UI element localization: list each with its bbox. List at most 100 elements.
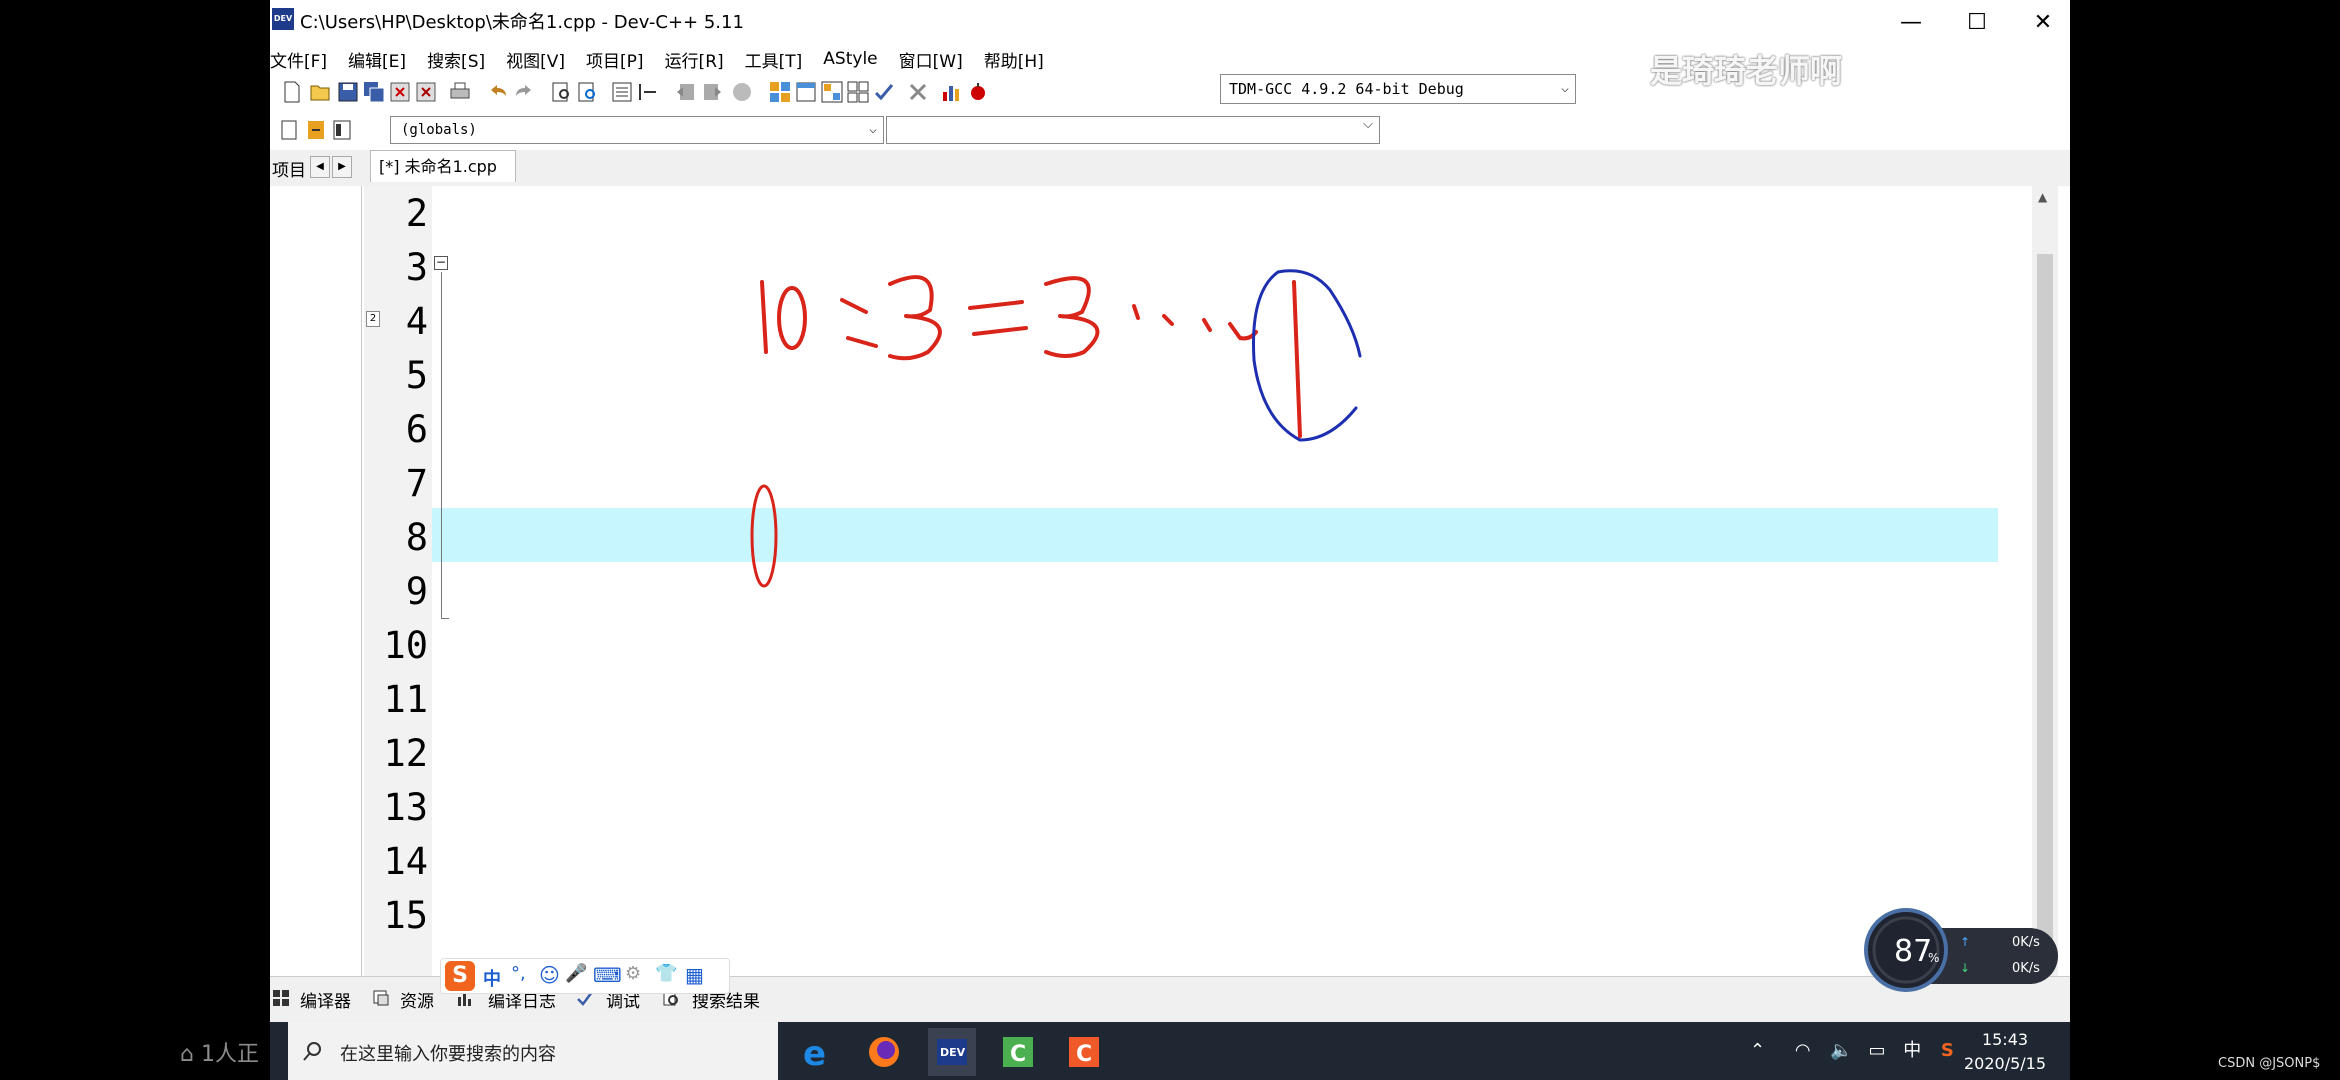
volume-icon[interactable]: 🔈 xyxy=(1830,1040,1852,1061)
ime-lang-indicator[interactable]: 中 xyxy=(1903,1040,1921,1061)
windows-taskbar: 在这里输入你要搜索的内容 e DEV C C ⌃ ◠ 🔈 ▭ 中 S 15:43… xyxy=(270,1022,2070,1080)
menu-tools[interactable]: 工具[T] xyxy=(745,47,812,72)
ime-keyboard-icon[interactable]: ⌨ xyxy=(593,963,622,987)
undo-icon[interactable] xyxy=(486,80,510,104)
battery-icon[interactable]: ▭ xyxy=(1868,1040,1885,1061)
scope-select-value: (globals) xyxy=(401,122,477,138)
ime-punctuation-icon[interactable]: °, xyxy=(511,963,526,984)
forward-icon[interactable] xyxy=(700,80,724,104)
codeblocks-icon[interactable]: C xyxy=(994,1028,1042,1076)
close-file-icon[interactable] xyxy=(388,80,412,104)
compile-icon[interactable] xyxy=(768,80,792,104)
title-bar: DEV C:\Users\HP\Desktop\未命名1.cpp - Dev-C… xyxy=(270,0,2070,44)
ime-settings-icon[interactable]: ⚙ xyxy=(625,963,641,984)
wifi-icon[interactable]: ◠ xyxy=(1795,1040,1811,1061)
tab-compiler[interactable]: 编译器 xyxy=(300,987,351,1012)
scrollbar-thumb[interactable] xyxy=(2037,254,2053,954)
menu-window[interactable]: 窗口[W] xyxy=(899,47,972,72)
devcpp-app-icon: DEV xyxy=(272,8,294,30)
line-number: 2 xyxy=(405,192,428,235)
open-file-icon[interactable] xyxy=(308,80,332,104)
tab-file-untitled1[interactable]: [*] 未命名1.cpp xyxy=(370,150,516,182)
devcpp-taskbar-icon[interactable]: DEV xyxy=(928,1028,976,1076)
bookmark-icon[interactable] xyxy=(730,80,754,104)
video-watermark: 是琦琦老师啊 xyxy=(1650,52,1843,90)
edge-browser-icon[interactable]: e xyxy=(792,1028,840,1076)
new-file-icon[interactable] xyxy=(280,80,304,104)
unindent-icon[interactable] xyxy=(636,80,660,104)
viewers-icon: ⌂ xyxy=(180,1042,194,1067)
ime-voice-icon[interactable]: 🎤 xyxy=(565,963,587,984)
syntax-check-icon[interactable] xyxy=(872,80,896,104)
project-panel-label[interactable]: 项目 xyxy=(272,156,306,181)
svg-text:C: C xyxy=(1010,1042,1026,1067)
maximize-button[interactable]: ☐ xyxy=(1944,0,2010,44)
memory-percent: 87 xyxy=(1894,934,1932,969)
upload-arrow-icon: ↑ xyxy=(1960,935,1970,949)
goto-definition-icon[interactable] xyxy=(330,118,354,142)
svg-text:e: e xyxy=(803,1035,826,1069)
print-icon[interactable] xyxy=(448,80,472,104)
goto-declaration-icon[interactable] xyxy=(304,118,328,142)
fold-toggle-icon[interactable]: − xyxy=(434,256,448,270)
profile-icon[interactable] xyxy=(940,80,964,104)
line-number: 7 xyxy=(405,462,428,505)
current-line-highlight xyxy=(432,508,1998,562)
menu-file[interactable]: 文件[F] xyxy=(270,47,336,72)
search-placeholder: 在这里输入你要搜索的内容 xyxy=(340,1044,556,1065)
find-icon[interactable] xyxy=(550,80,574,104)
scroll-up-arrow-icon[interactable]: ▲ xyxy=(2038,190,2047,204)
svg-text:C: C xyxy=(1076,1042,1092,1067)
redo-icon[interactable] xyxy=(512,80,536,104)
clock-time: 15:43 xyxy=(1981,1030,2029,1049)
menu-run[interactable]: 运行[R] xyxy=(665,47,733,72)
vertical-scrollbar[interactable]: ▲ ▼ xyxy=(2032,186,2058,976)
window-title: C:\Users\HP\Desktop\未命名1.cpp - Dev-C++ 5… xyxy=(300,12,744,33)
ime-toolbar[interactable]: S 中 °, ☺ 🎤 ⌨ ⚙ 👕 ▦ xyxy=(440,958,730,994)
compiler-select[interactable]: TDM-GCC 4.9.2 64-bit Debug ⌵ xyxy=(1220,74,1576,104)
menu-view[interactable]: 视图[V] xyxy=(506,47,574,72)
code-editor[interactable]: 2 − 2 3 4 5 6 7 8 9 10 11 12 13 14 15 xyxy=(364,186,2040,976)
save-all-icon[interactable] xyxy=(362,80,386,104)
clock-date: 2020/5/15 xyxy=(1963,1054,2047,1073)
sogou-logo-icon[interactable]: S xyxy=(445,961,475,991)
indent-icon[interactable] xyxy=(610,80,634,104)
ime-toolbox-icon[interactable]: ▦ xyxy=(685,963,704,987)
taskbar-clock[interactable]: 15:43 2020/5/15 xyxy=(1950,1028,2060,1076)
taskbar-search-box[interactable]: 在这里输入你要搜索的内容 xyxy=(288,1022,778,1080)
menu-search[interactable]: 搜索[S] xyxy=(427,47,494,72)
panel-next-arrow-icon[interactable]: ▶ xyxy=(332,156,352,178)
ime-skin-icon[interactable]: 👕 xyxy=(655,963,677,984)
firefox-icon[interactable] xyxy=(860,1028,908,1076)
member-select[interactable]: ⌵ xyxy=(886,116,1380,144)
clean-icon[interactable] xyxy=(906,80,930,104)
minimize-button[interactable]: — xyxy=(1878,0,1944,44)
close-all-icon[interactable] xyxy=(414,80,438,104)
ime-mode-chinese[interactable]: 中 xyxy=(483,965,501,991)
menu-help[interactable]: 帮助[H] xyxy=(984,47,1053,72)
debug-icon[interactable] xyxy=(966,80,990,104)
tray-chevron-up-icon[interactable]: ⌃ xyxy=(1750,1040,1765,1061)
rebuild-icon[interactable] xyxy=(846,80,870,104)
save-icon[interactable] xyxy=(336,80,360,104)
scope-select[interactable]: (globals) ⌵ xyxy=(390,116,884,144)
menu-astyle[interactable]: AStyle xyxy=(823,49,886,69)
run-icon[interactable] xyxy=(794,80,818,104)
ime-emoji-icon[interactable]: ☺ xyxy=(539,963,560,987)
class-browser-icon[interactable] xyxy=(278,118,302,142)
chevron-down-icon: ⌵ xyxy=(1363,117,1373,132)
replace-icon[interactable] xyxy=(576,80,600,104)
project-panel xyxy=(270,186,362,976)
tab-resources[interactable]: 资源 xyxy=(400,987,434,1012)
panel-prev-arrow-icon[interactable]: ◀ xyxy=(310,156,330,178)
fold-line-end xyxy=(441,618,449,619)
back-icon[interactable] xyxy=(674,80,698,104)
menu-edit[interactable]: 编辑[E] xyxy=(348,47,415,72)
system-tray[interactable]: ⌃ ◠ 🔈 ▭ 中 S xyxy=(1750,1036,1954,1062)
close-button[interactable]: ✕ xyxy=(2010,0,2070,44)
compile-run-icon[interactable] xyxy=(820,80,844,104)
chevron-down-icon: ⌵ xyxy=(869,122,877,137)
line-number: 3 xyxy=(405,246,428,289)
menu-project[interactable]: 项目[P] xyxy=(586,47,653,72)
clion-icon[interactable]: C xyxy=(1060,1028,1108,1076)
